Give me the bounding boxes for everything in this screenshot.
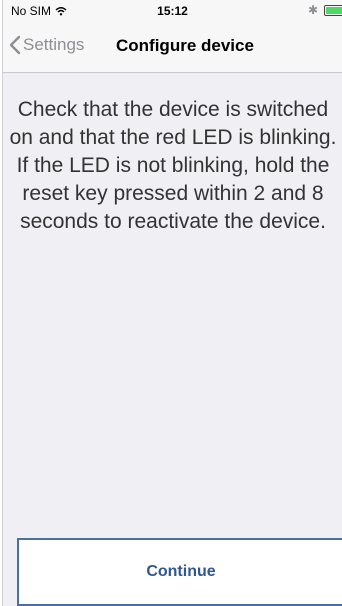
bluetooth-icon: ✱ (307, 3, 318, 17)
continue-button-label: Continue (146, 563, 216, 580)
instruction-text: Check that the device is switched on and… (9, 98, 337, 233)
back-button[interactable]: Settings (9, 35, 84, 55)
status-bar: No SIM 15:12 ✱ (3, 0, 342, 22)
page-title: Configure device (116, 36, 254, 55)
top-bar: No SIM 15:12 ✱ Settings Configure device (3, 0, 342, 73)
status-time: 15:12 (157, 4, 188, 18)
continue-button[interactable]: Continue (17, 538, 342, 606)
battery-level (326, 6, 342, 14)
battery-icon (324, 4, 342, 16)
back-button-label: Settings (23, 35, 85, 54)
status-indicators: ✱ (308, 4, 342, 16)
chevron-left-icon (9, 35, 21, 55)
app-screen: No SIM 15:12 ✱ Settings Configure device… (2, 0, 342, 606)
navigation-bar: Settings Configure device (3, 22, 342, 72)
